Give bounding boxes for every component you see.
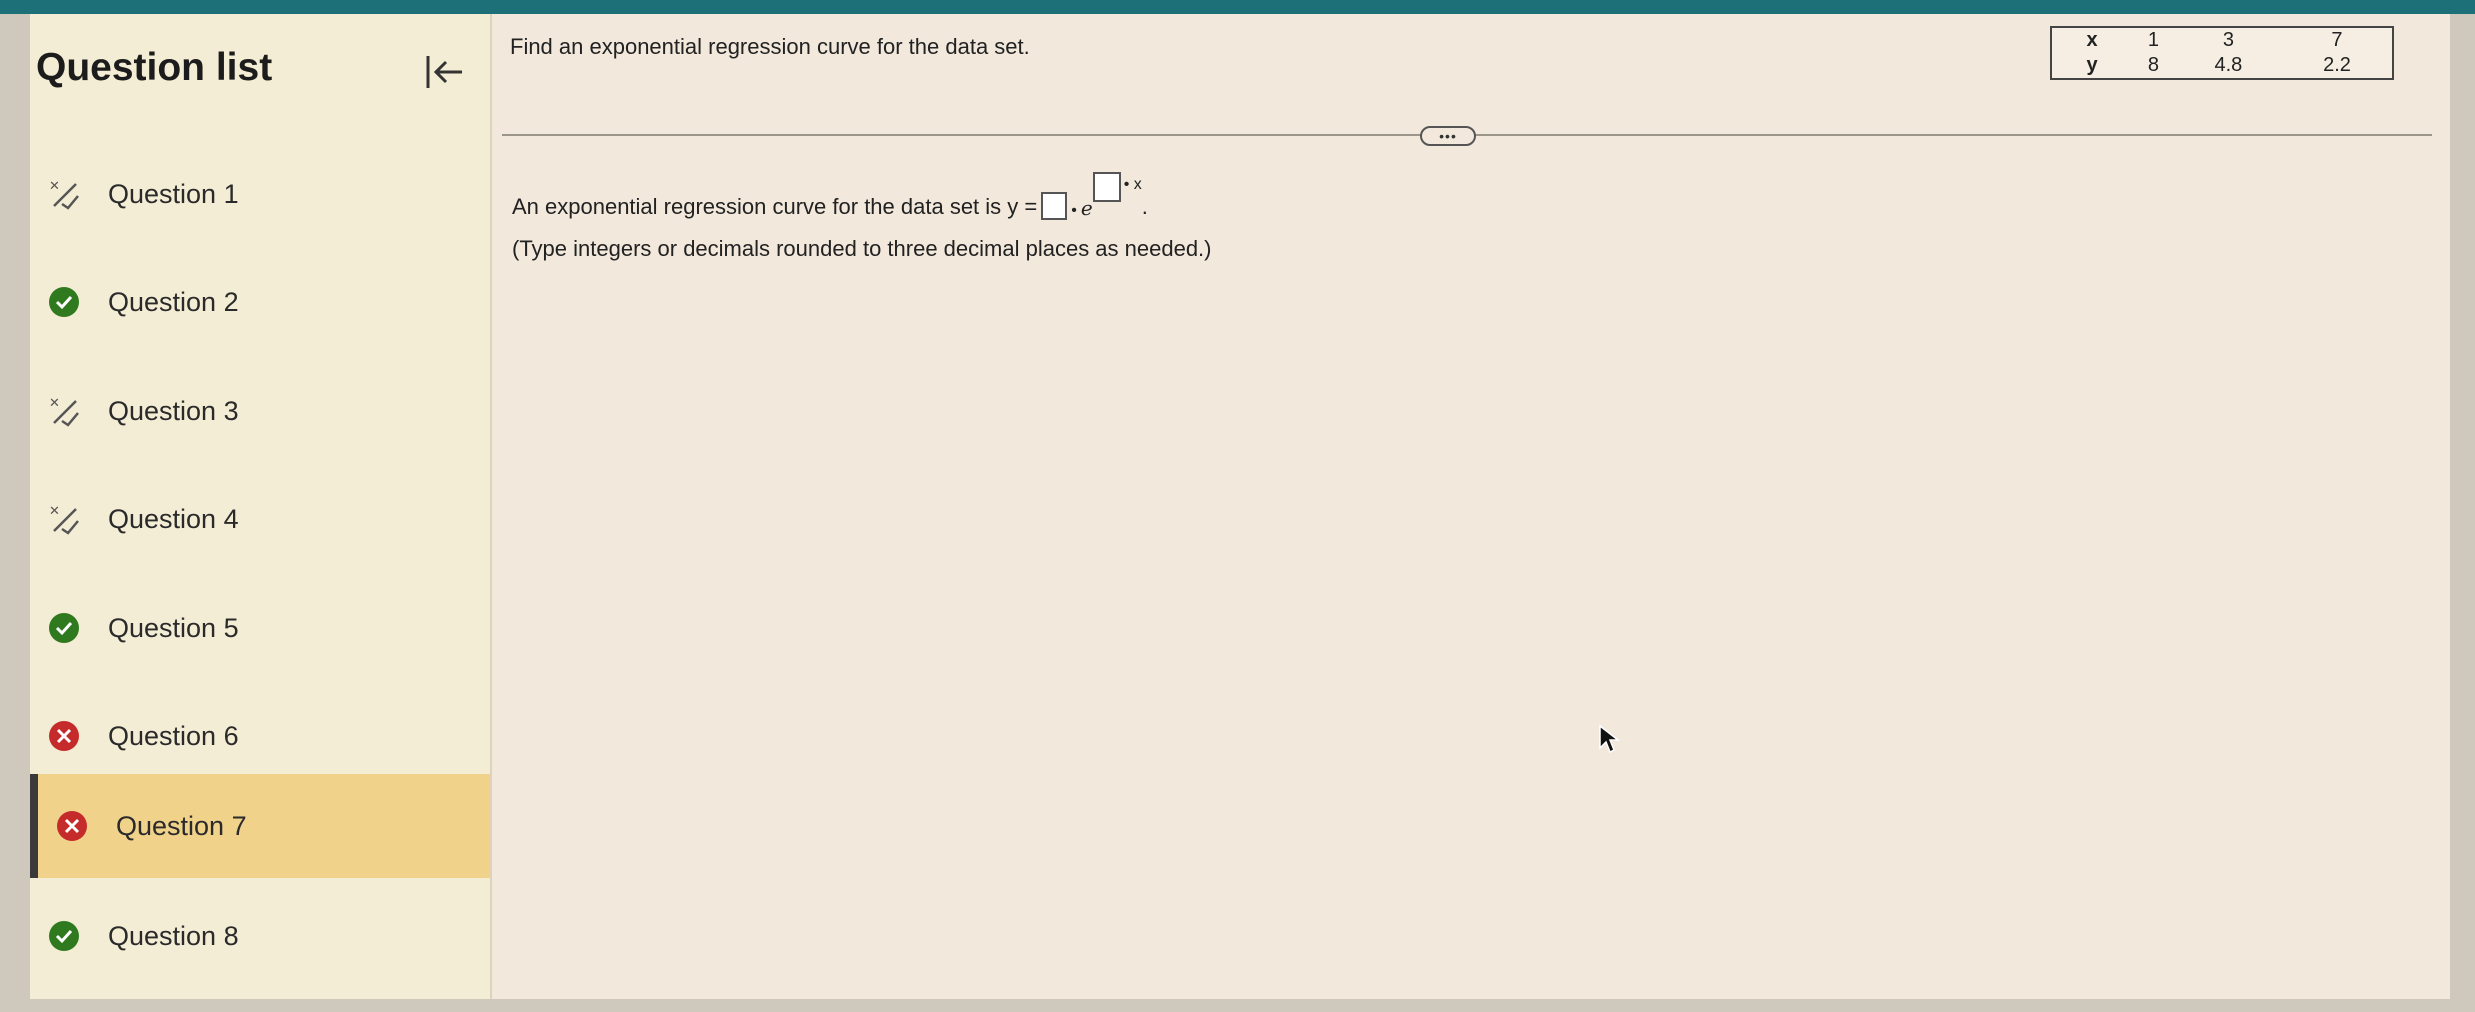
mouse-pointer-icon — [1599, 724, 1620, 754]
screen: Question list ✕ Question 1 Question 2 ✕ — [30, 14, 2450, 999]
window-top-bar — [0, 0, 2475, 14]
period: . — [1141, 194, 1148, 219]
collapse-sidebar-button[interactable] — [422, 50, 466, 94]
x-circle-icon — [54, 808, 90, 844]
answer-hint: (Type integers or decimals rounded to th… — [512, 236, 1212, 261]
question-prompt: Find an exponential regression curve for… — [510, 34, 1030, 59]
partial-credit-icon: ✕ — [46, 393, 82, 429]
check-circle-icon — [46, 610, 82, 646]
question-label: Question 5 — [108, 612, 239, 643]
table-header-x: x — [2086, 29, 2098, 51]
question-panel: Find an exponential regression curve for… — [502, 14, 2450, 999]
question-item-5[interactable]: Question 5 — [30, 576, 490, 680]
table-header-y: y — [2086, 54, 2098, 76]
exponent-suffix: • x — [1123, 176, 1142, 193]
exponent-rate-input[interactable] — [1092, 172, 1121, 202]
table-cell: 1 — [2147, 29, 2159, 51]
e-symbol: e — [1080, 196, 1093, 220]
table-row: x 1 3 7 — [2051, 27, 2393, 53]
question-label: Question 8 — [108, 920, 239, 951]
table-cell: 8 — [2147, 54, 2159, 76]
expand-more-button[interactable]: ••• — [1420, 126, 1476, 146]
question-item-7[interactable]: Question 7 — [30, 774, 490, 878]
question-item-3[interactable]: ✕ Question 3 — [30, 359, 490, 463]
table-cell: 4.8 — [2214, 54, 2243, 76]
data-table: x 1 3 7 y 8 4.8 2.2 — [2050, 26, 2394, 80]
question-label: Question 2 — [108, 286, 239, 317]
question-item-6[interactable]: Question 6 — [30, 684, 490, 788]
table-cell: 3 — [2222, 29, 2234, 51]
question-list-sidebar: Question list ✕ Question 1 Question 2 ✕ — [30, 14, 492, 999]
svg-text:✕: ✕ — [49, 503, 60, 518]
svg-text:✕: ✕ — [49, 395, 60, 410]
question-item-4[interactable]: ✕ Question 4 — [30, 467, 490, 571]
check-circle-icon — [46, 284, 82, 320]
table-cell: 7 — [2331, 29, 2343, 51]
x-circle-icon — [46, 718, 82, 754]
question-label: Question 7 — [116, 810, 247, 841]
question-label: Question 1 — [108, 178, 239, 209]
table-row: y 8 4.8 2.2 — [2051, 53, 2393, 79]
answer-prefix: An exponential regression curve for the … — [512, 194, 1038, 219]
partial-credit-icon: ✕ — [46, 176, 82, 212]
question-label: Question 4 — [108, 503, 239, 534]
partial-credit-icon: ✕ — [46, 501, 82, 537]
question-item-1[interactable]: ✕ Question 1 — [30, 142, 490, 246]
question-label: Question 6 — [108, 720, 239, 751]
question-item-2[interactable]: Question 2 — [30, 250, 490, 354]
answer-statement: An exponential regression curve for the … — [512, 172, 1148, 220]
collapse-left-icon — [426, 56, 462, 88]
svg-text:✕: ✕ — [49, 178, 60, 193]
multiply-dot: • — [1071, 202, 1077, 219]
sidebar-title: Question list — [36, 46, 273, 89]
question-label: Question 3 — [108, 395, 239, 426]
table-cell: 2.2 — [2323, 54, 2351, 76]
question-item-8[interactable]: Question 8 — [30, 884, 490, 988]
coefficient-input[interactable] — [1041, 192, 1068, 220]
check-circle-icon — [46, 918, 82, 954]
